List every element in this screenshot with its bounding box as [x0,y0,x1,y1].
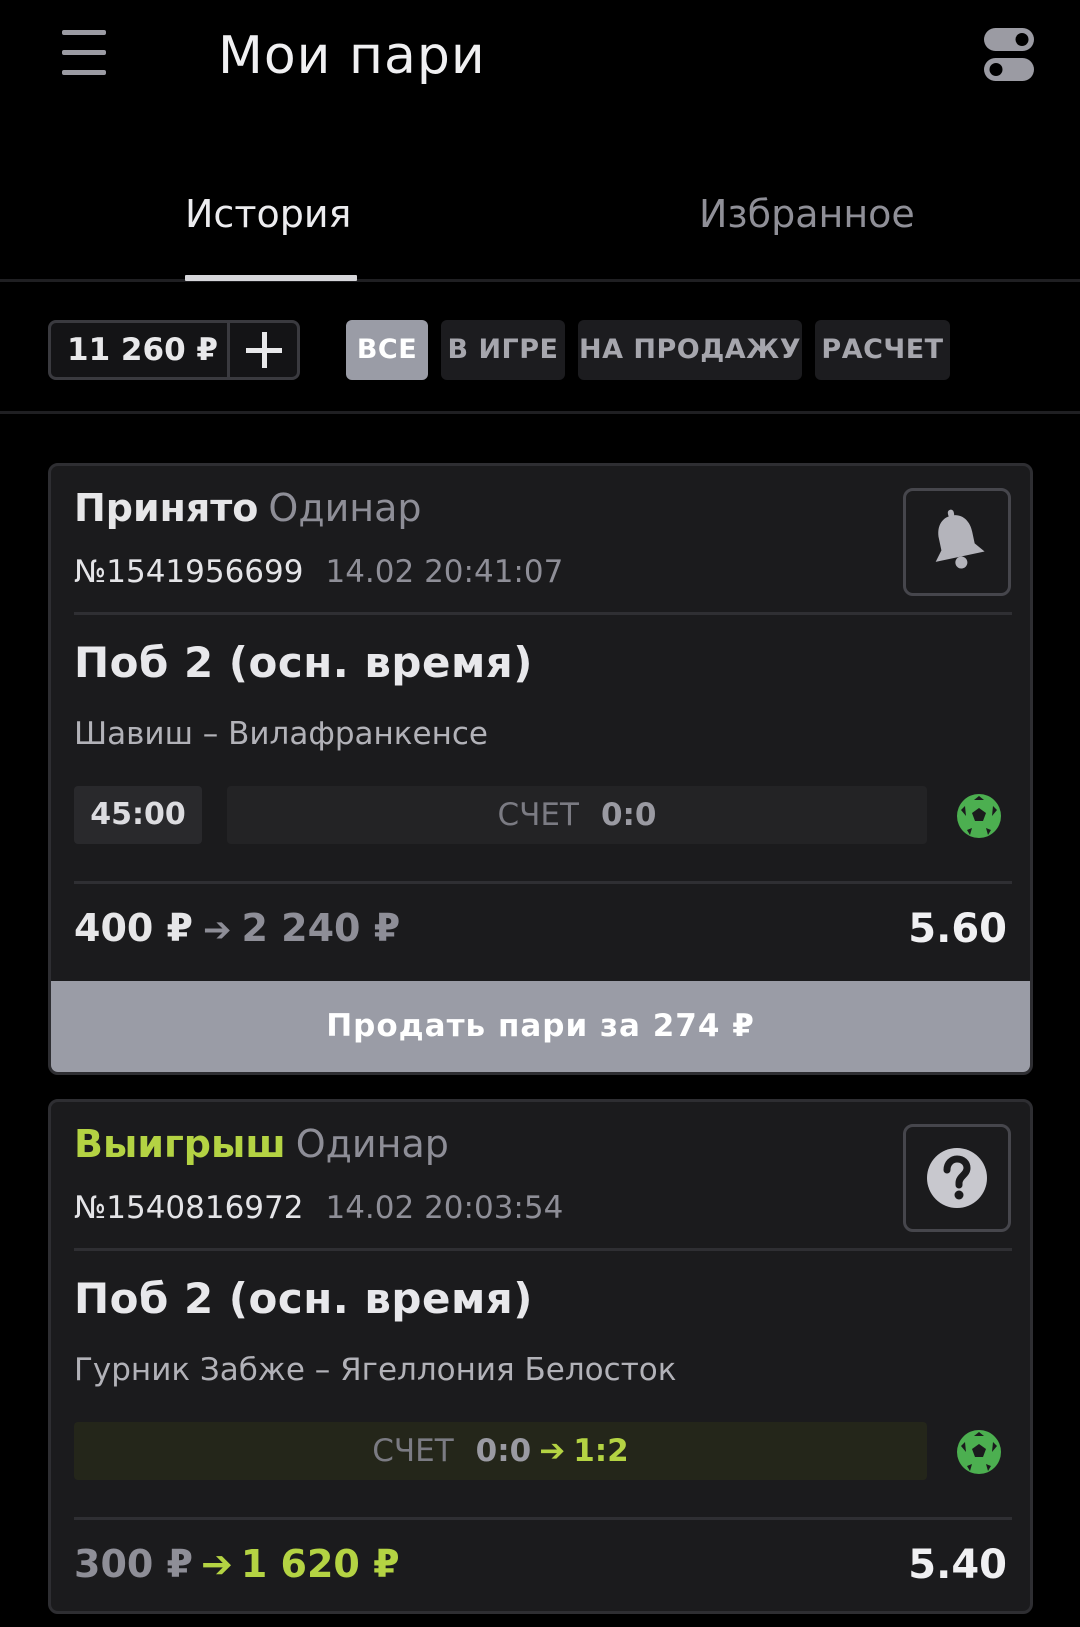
match-time: 45:00 [74,786,202,844]
bell-icon[interactable] [903,488,1011,596]
soccer-ball-icon [957,1430,1001,1474]
card-divider [74,1517,1012,1520]
balance-widget: 11 260 ₽ [48,320,300,380]
bet-card[interactable]: Принято Одинар №1541956699 14.02 20:41:07 … [48,463,1033,1075]
bet-type: Одинар [268,486,422,530]
hamburger-menu-icon[interactable] [62,30,106,76]
bet-number: №1540816972 [74,1190,304,1226]
score-value: 0:0 [600,797,657,833]
bet-market: Поб 2 (осн. время) [74,638,533,687]
soccer-ball-icon [957,794,1001,838]
tab-history[interactable]: История [185,192,357,281]
stake-line: 300 ₽ ➔ 1 620 ₽ [74,1542,400,1586]
bet-datetime: 14.02 20:41:07 [325,554,564,590]
card-divider [74,881,1012,884]
tab-history-label: История [185,192,352,236]
bet-meta: №1540816972 14.02 20:03:54 [74,1190,563,1226]
arrow-right-icon: ➔ [203,910,232,950]
question-icon[interactable] [903,1124,1011,1232]
bet-odds: 5.40 [908,1542,1007,1588]
score-final: 1:2 [573,1433,629,1469]
bet-datetime: 14.02 20:03:54 [325,1190,564,1226]
filter-chip-settled[interactable]: РАСЧЕТ [815,320,950,380]
tab-favorites-label: Избранное [699,192,915,236]
bet-event: Гурник Забже – Ягеллония Белосток [74,1352,677,1388]
arrow-right-icon: ➔ [201,1542,233,1586]
bet-market: Поб 2 (осн. время) [74,1274,533,1323]
bet-status: Выигрыш [74,1122,286,1166]
bet-meta: №1541956699 14.02 20:41:07 [74,554,563,590]
score-label: СЧЕТ [497,797,579,833]
bet-status-line: Принято Одинар [74,486,422,530]
score-box: СЧЕТ 0:0 [227,786,927,844]
toggle-switch-icon[interactable] [984,28,1034,82]
score-label: СЧЕТ [372,1433,454,1469]
payout-amount: 2 240 ₽ [241,906,401,950]
sell-bet-button[interactable]: Продать пари за 274 ₽ [51,981,1030,1072]
card-divider [74,612,1012,615]
bet-status-line: Выигрыш Одинар [74,1122,449,1166]
bet-type: Одинар [295,1122,449,1166]
bet-odds: 5.60 [908,906,1007,952]
page-title: Мои пари [218,26,486,86]
filter-chip-for-sale[interactable]: НА ПРОДАЖУ [578,320,802,380]
add-funds-button[interactable] [230,323,297,377]
arrow-right-icon: ➔ [539,1433,566,1469]
stake-amount: 400 ₽ [74,906,193,950]
stake-line: 400 ₽ ➔ 2 240 ₽ [74,906,400,950]
bet-number: №1541956699 [74,554,304,590]
active-tab-indicator [185,275,357,281]
filter-row: 11 260 ₽ ВСЕ В ИГРЕ НА ПРОДАЖУ РАСЧЕТ [0,318,1080,414]
score-box: СЧЕТ 0:0 ➔ 1:2 [74,1422,927,1480]
tab-bar: История Избранное [0,180,1080,282]
score-initial: 0:0 [475,1433,532,1469]
balance-value: 11 260 ₽ [67,332,219,368]
bet-status: Принято [74,486,259,530]
tab-favorites[interactable]: Избранное [699,192,915,236]
bet-card[interactable]: Выигрыш Одинар №1540816972 14.02 20:03:54 … [48,1099,1033,1614]
filter-chip-in-play[interactable]: В ИГРЕ [441,320,565,380]
app-header: Мои пари [0,0,1080,130]
card-divider [74,1248,1012,1251]
stake-amount: 300 ₽ [74,1542,193,1586]
filter-chip-all[interactable]: ВСЕ [346,320,428,380]
payout-amount: 1 620 ₽ [240,1542,400,1586]
bet-event: Шавиш – Вилафранкенсе [74,716,488,752]
